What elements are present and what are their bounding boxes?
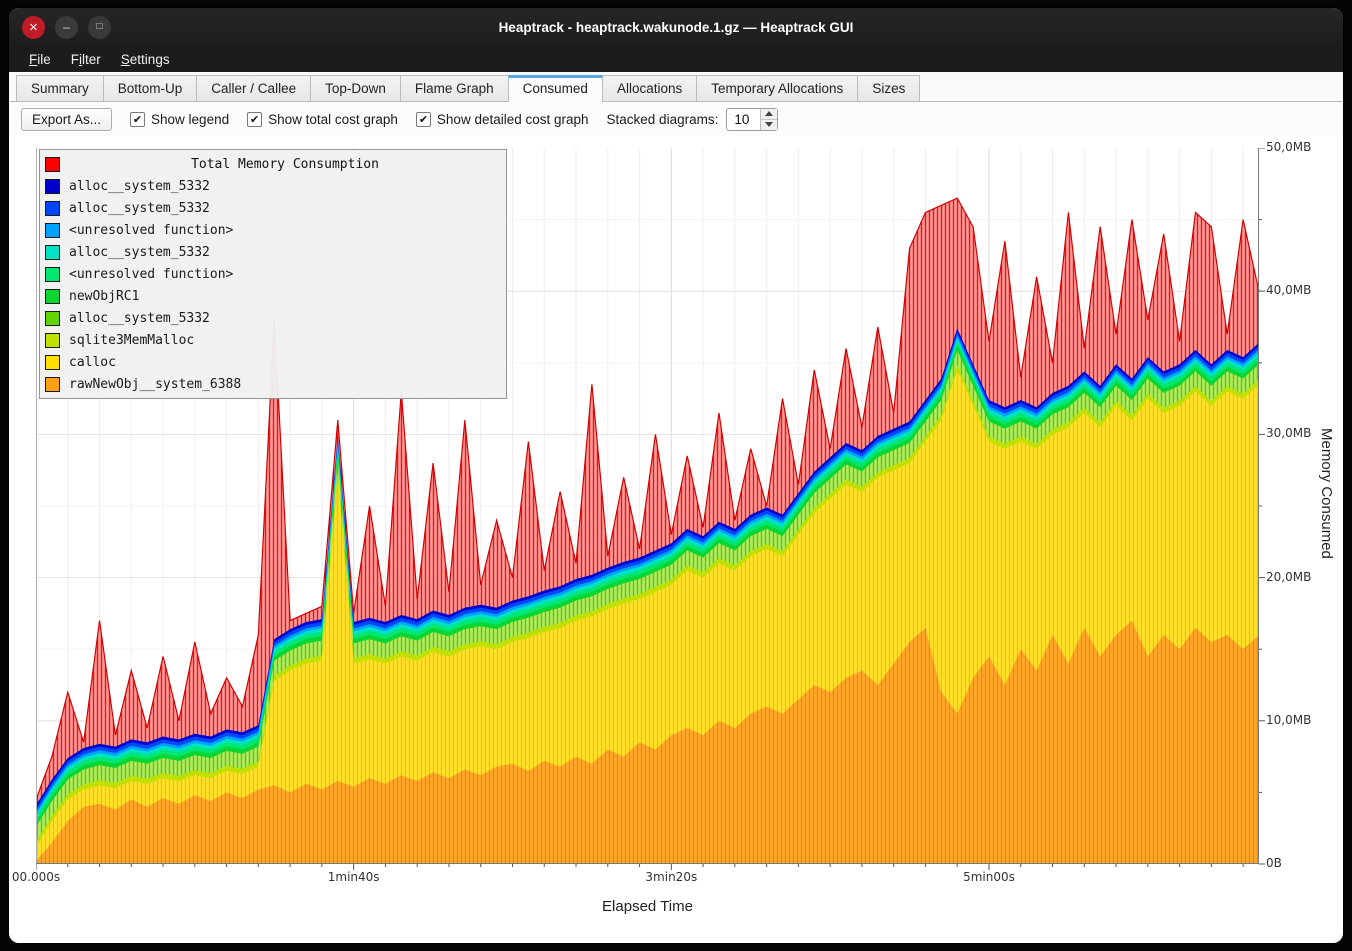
- spinner-buttons: [760, 109, 777, 130]
- y-axis-title: Memory Consumed: [1318, 428, 1335, 559]
- checkbox-label: Show detailed cost graph: [437, 112, 589, 127]
- minimize-button[interactable]: –: [55, 16, 78, 39]
- legend-item: sqlite3MemMalloc: [45, 329, 501, 351]
- legend-swatch: [45, 377, 60, 392]
- menu-bar: FileFilterSettings: [9, 46, 1343, 72]
- legend-swatch: [45, 333, 60, 348]
- consumed-chart[interactable]: Total Memory Consumption alloc__system_53…: [9, 136, 1343, 943]
- legend-item-label: <unresolved function>: [69, 267, 233, 282]
- menu-item-filter[interactable]: Filter: [61, 49, 111, 70]
- legend-swatch: [45, 355, 60, 370]
- tab-top-down[interactable]: Top-Down: [310, 75, 401, 101]
- legend-title: Total Memory Consumption: [69, 157, 501, 172]
- legend-item-label: rawNewObj__system_6388: [69, 377, 241, 392]
- checkbox-checked-icon: [416, 112, 431, 127]
- legend-item: alloc__system_5332: [45, 175, 501, 197]
- legend-swatch: [45, 157, 60, 172]
- legend-item: <unresolved function>: [45, 219, 501, 241]
- legend-item: alloc__system_5332: [45, 197, 501, 219]
- tab-caller-callee[interactable]: Caller / Callee: [196, 75, 311, 101]
- y-tick-label: 30,0MB: [1266, 426, 1311, 440]
- tab-flame-graph[interactable]: Flame Graph: [400, 75, 509, 101]
- legend-item: rawNewObj__system_6388: [45, 373, 501, 395]
- menu-item-settings[interactable]: Settings: [111, 49, 180, 70]
- tab-sizes[interactable]: Sizes: [857, 75, 920, 101]
- legend-item: <unresolved function>: [45, 263, 501, 285]
- x-tick-label: 3min20s: [645, 870, 697, 884]
- legend-swatch: [45, 179, 60, 194]
- close-button[interactable]: ×: [22, 16, 45, 39]
- legend-item-label: alloc__system_5332: [69, 311, 210, 326]
- menu-item-file[interactable]: File: [19, 49, 61, 70]
- legend-item-label: alloc__system_5332: [69, 201, 210, 216]
- checkbox-show-legend[interactable]: Show legend: [130, 112, 229, 127]
- stacked-diagrams-label: Stacked diagrams:: [607, 112, 719, 127]
- spin-up-icon[interactable]: [761, 109, 777, 120]
- checkbox-checked-icon: [247, 112, 262, 127]
- legend-swatch: [45, 201, 60, 216]
- y-tick-label: 10,0MB: [1266, 713, 1311, 727]
- checkbox-show-total-cost-graph[interactable]: Show total cost graph: [247, 112, 398, 127]
- legend-item: alloc__system_5332: [45, 241, 501, 263]
- window-title: Heaptrack - heaptrack.wakunode.1.gz — He…: [499, 20, 854, 35]
- checkbox-show-detailed-cost-graph[interactable]: Show detailed cost graph: [416, 112, 589, 127]
- y-tick-label: 0B: [1266, 856, 1282, 870]
- heaptrack-window: × – □ Heaptrack - heaptrack.wakunode.1.g…: [9, 8, 1343, 943]
- legend-item: alloc__system_5332: [45, 307, 501, 329]
- export-as-button[interactable]: Export As...: [21, 108, 112, 131]
- checkbox-label: Show legend: [151, 112, 229, 127]
- title-bar[interactable]: × – □ Heaptrack - heaptrack.wakunode.1.g…: [9, 8, 1343, 46]
- legend-item-label: alloc__system_5332: [69, 179, 210, 194]
- y-tick-label: 40,0MB: [1266, 283, 1311, 297]
- maximize-icon: □: [96, 22, 102, 32]
- x-tick-label: 5min00s: [963, 870, 1015, 884]
- stacked-diagrams-spinner[interactable]: 10: [726, 108, 778, 131]
- tab-summary[interactable]: Summary: [16, 75, 104, 101]
- checkbox-label: Show total cost graph: [268, 112, 398, 127]
- legend-item-label: alloc__system_5332: [69, 245, 210, 260]
- tab-consumed[interactable]: Consumed: [508, 75, 603, 102]
- chart-legend: Total Memory Consumption alloc__system_53…: [39, 149, 507, 399]
- tab-allocations[interactable]: Allocations: [602, 75, 697, 101]
- legend-item: newObjRC1: [45, 285, 501, 307]
- legend-swatch: [45, 245, 60, 260]
- x-axis-title: Elapsed Time: [36, 898, 1259, 915]
- tab-bar: SummaryBottom-UpCaller / CalleeTop-DownF…: [9, 72, 1343, 102]
- legend-swatch: [45, 289, 60, 304]
- checkbox-checked-icon: [130, 112, 145, 127]
- window-controls: × – □: [22, 8, 111, 46]
- spinner-value: 10: [727, 109, 760, 130]
- y-tick-label: 50,0MB: [1266, 140, 1311, 154]
- close-icon: ×: [29, 20, 38, 35]
- legend-item-label: <unresolved function>: [69, 223, 233, 238]
- legend-item: calloc: [45, 351, 501, 373]
- tab-temporary-allocations[interactable]: Temporary Allocations: [696, 75, 858, 101]
- maximize-button[interactable]: □: [88, 16, 111, 39]
- x-tick-label: 1min40s: [328, 870, 380, 884]
- legend-title-row: Total Memory Consumption: [45, 153, 501, 175]
- y-tick-label: 20,0MB: [1266, 570, 1311, 584]
- legend-item-label: calloc: [69, 355, 116, 370]
- tab-bottom-up[interactable]: Bottom-Up: [103, 75, 198, 101]
- legend-swatch: [45, 223, 60, 238]
- x-tick-label: 00.000s: [12, 870, 60, 884]
- legend-item-label: sqlite3MemMalloc: [69, 333, 194, 348]
- minimize-icon: –: [63, 21, 70, 33]
- legend-item-label: newObjRC1: [69, 289, 139, 304]
- spin-down-icon[interactable]: [761, 120, 777, 130]
- legend-swatch: [45, 267, 60, 282]
- toolbar: Export As... Show legend Show total cost…: [9, 102, 1343, 136]
- legend-swatch: [45, 311, 60, 326]
